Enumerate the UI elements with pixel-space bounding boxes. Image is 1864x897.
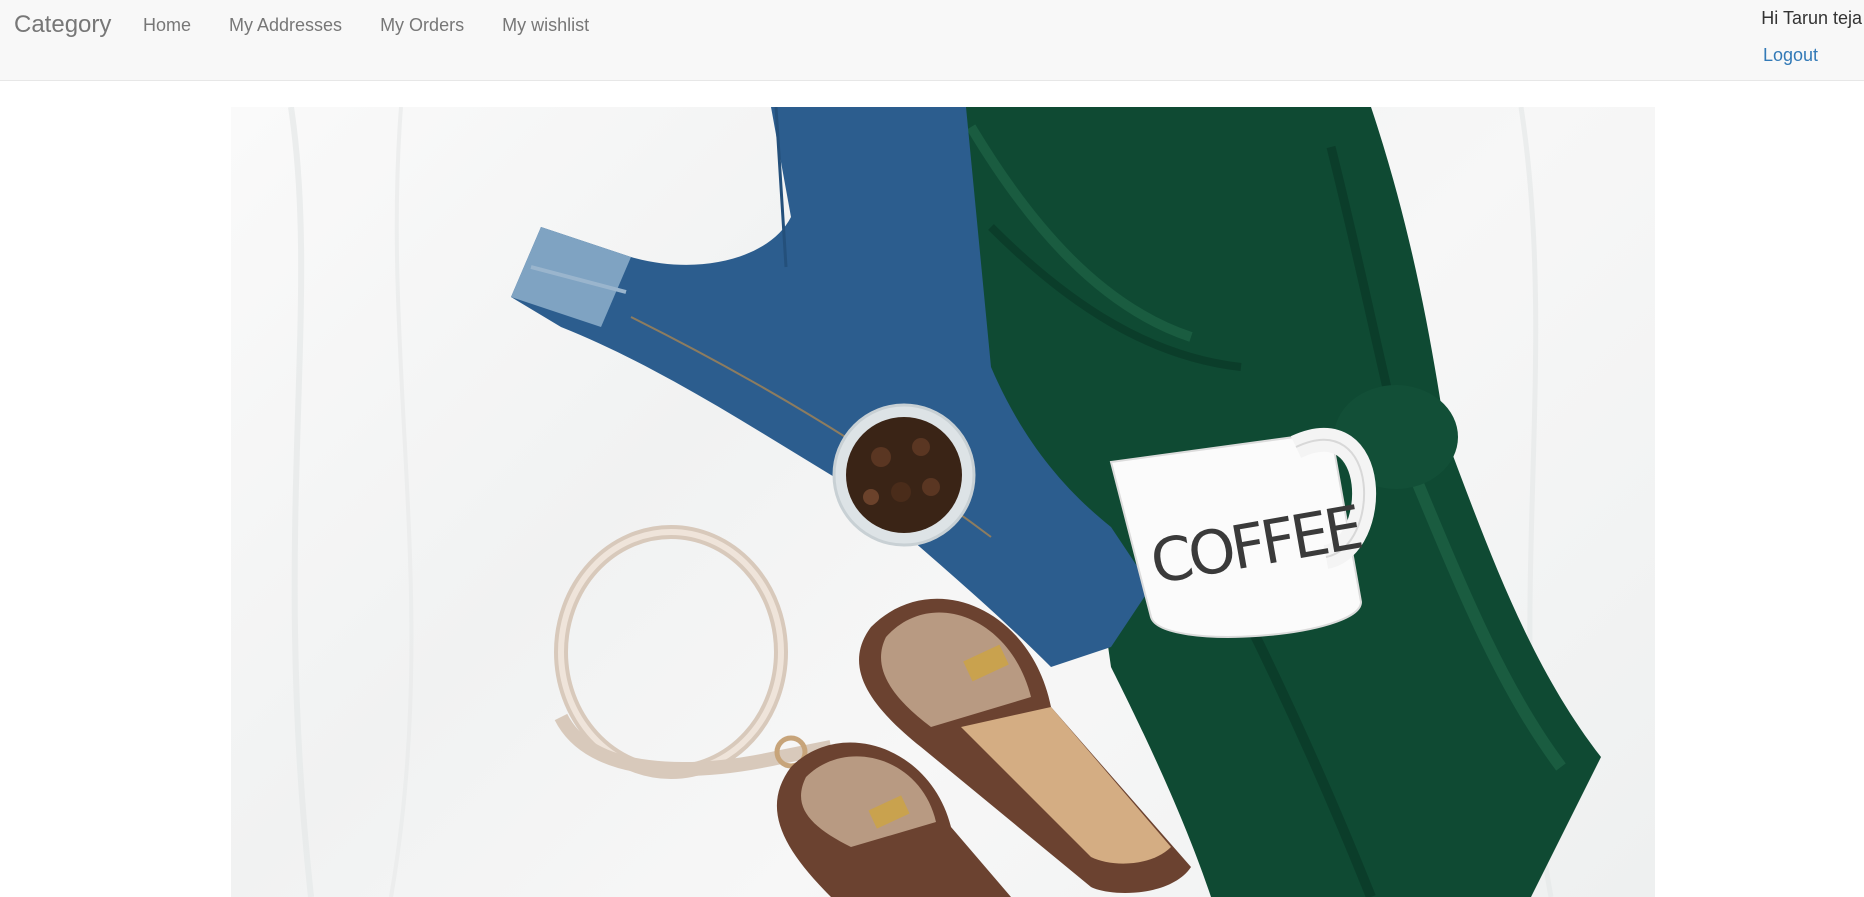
nav-links: Home My Addresses My Orders My wishlist [124, 0, 608, 50]
nav-link-my-wishlist[interactable]: My wishlist [483, 0, 608, 50]
nav-link-my-addresses[interactable]: My Addresses [210, 0, 361, 50]
logout-link[interactable]: Logout [1763, 44, 1818, 66]
belt-shape [554, 525, 833, 779]
top-navbar: Category Home My Addresses My Orders My … [0, 0, 1864, 81]
user-greeting: Hi Tarun teja [1761, 8, 1862, 28]
nav-link-my-orders[interactable]: My Orders [361, 0, 483, 50]
coffee-bowl [832, 403, 976, 547]
mug-shape: COFFEE [1109, 427, 1377, 638]
hero-illustration: COFFEE [288, 107, 1601, 897]
brand-link[interactable]: Category [14, 10, 111, 40]
hero-image: COFFEE [231, 107, 1655, 897]
nav-link-home[interactable]: Home [124, 0, 210, 50]
